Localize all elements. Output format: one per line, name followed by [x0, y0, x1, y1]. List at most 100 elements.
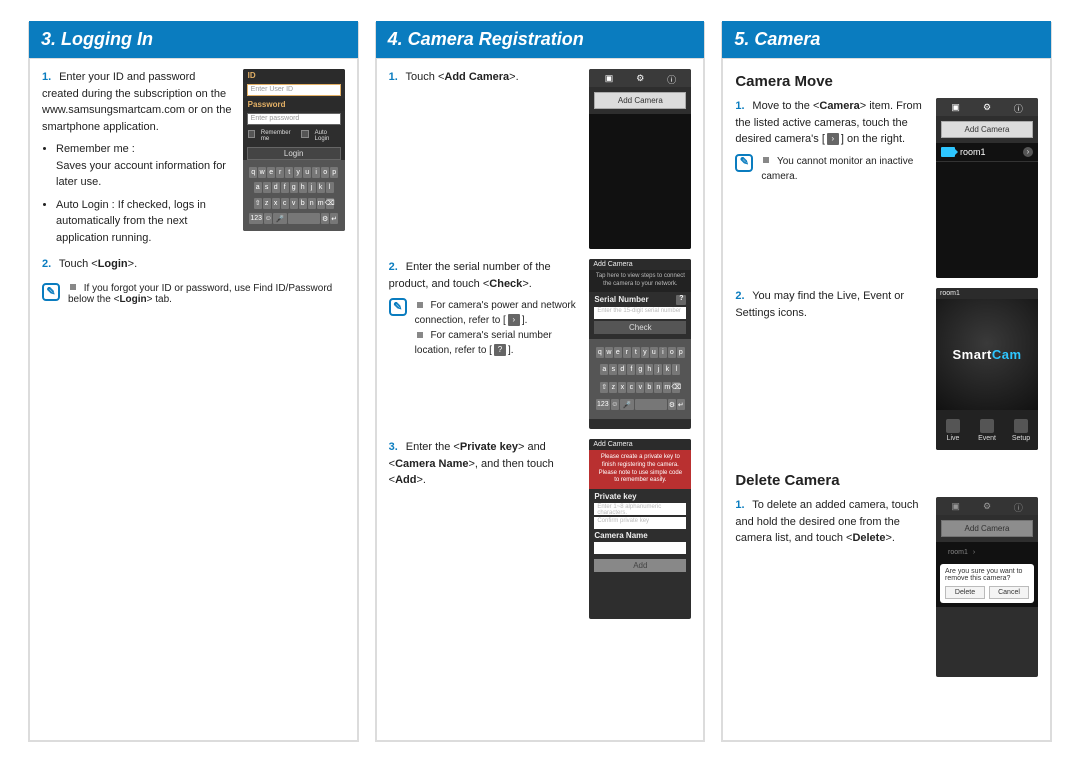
key-[interactable] — [288, 213, 320, 224]
checkbox-remember[interactable] — [248, 130, 255, 138]
key-e[interactable]: e — [614, 347, 622, 358]
live-tab[interactable]: Live — [936, 410, 970, 450]
key-f[interactable]: f — [627, 364, 635, 375]
key-r[interactable]: r — [623, 347, 631, 358]
key-⌫[interactable]: ⌫ — [672, 382, 680, 393]
key-u[interactable]: u — [650, 347, 658, 358]
key-🎤[interactable]: 🎤 — [620, 399, 634, 410]
key-w[interactable]: w — [605, 347, 613, 358]
key-r[interactable]: r — [276, 167, 284, 178]
info-icon[interactable]: ⓘ — [667, 73, 677, 83]
key-f[interactable]: f — [281, 182, 289, 193]
key-⚙[interactable]: ⚙ — [321, 213, 329, 224]
key-o[interactable]: o — [321, 167, 329, 178]
key-q[interactable]: q — [249, 167, 257, 178]
key-s[interactable]: s — [609, 364, 617, 375]
key-z[interactable]: z — [263, 198, 271, 209]
cn-input[interactable] — [594, 542, 686, 554]
key-x[interactable]: x — [618, 382, 626, 393]
key-h[interactable]: h — [299, 182, 307, 193]
serial-input[interactable]: Enter the 15-digit serial number — [594, 307, 686, 319]
key-g[interactable]: g — [636, 364, 644, 375]
key-u[interactable]: u — [303, 167, 311, 178]
key-↵[interactable]: ↵ — [677, 399, 685, 410]
key-w[interactable]: w — [258, 167, 266, 178]
ss-id-input[interactable]: Enter User ID — [247, 84, 341, 96]
key-v[interactable]: v — [290, 198, 298, 209]
delete-button[interactable]: Delete — [945, 586, 985, 599]
key-⇧[interactable]: ⇧ — [254, 198, 262, 209]
key-q[interactable]: q — [596, 347, 604, 358]
key-k[interactable]: k — [317, 182, 325, 193]
key-j[interactable]: j — [654, 364, 662, 375]
gear-icon[interactable]: ⚙ — [635, 73, 645, 83]
gear-icon[interactable]: ⚙ — [982, 102, 992, 112]
ss-pw-label: Password — [243, 98, 345, 111]
modal-text: Are you sure you want to remove this cam… — [945, 568, 1029, 582]
key-n[interactable]: n — [308, 198, 316, 209]
key-a[interactable]: a — [254, 182, 262, 193]
keyboard[interactable]: qwertyuiop asdfghjkl ⇧zxcvbnm⌫ 123☺🎤 ⚙↵ — [243, 160, 345, 231]
key-p[interactable]: p — [330, 167, 338, 178]
add-camera-button[interactable]: Add Camera — [941, 121, 1033, 138]
keyboard[interactable]: qwertyuiop asdfghjkl ⇧zxcvbnm⌫ 123☺🎤 ⚙↵ — [589, 339, 691, 419]
ss-pw-input[interactable]: Enter password — [247, 113, 341, 125]
key-p[interactable]: p — [677, 347, 685, 358]
key-h[interactable]: h — [645, 364, 653, 375]
key-i[interactable]: i — [312, 167, 320, 178]
add-camera-button[interactable]: Add Camera — [594, 92, 686, 109]
camera-row-room1[interactable]: room1 › — [936, 143, 1038, 162]
key-n[interactable]: n — [654, 382, 662, 393]
key-v[interactable]: v — [636, 382, 644, 393]
key-t[interactable]: t — [632, 347, 640, 358]
key-t[interactable]: t — [285, 167, 293, 178]
key-b[interactable]: b — [645, 382, 653, 393]
key-123[interactable]: 123 — [596, 399, 610, 410]
key-y[interactable]: y — [294, 167, 302, 178]
key-j[interactable]: j — [308, 182, 316, 193]
key-s[interactable]: s — [263, 182, 271, 193]
info-icon[interactable]: ⓘ — [1013, 102, 1023, 112]
login-button[interactable]: Login — [247, 147, 341, 160]
cancel-button[interactable]: Cancel — [989, 586, 1029, 599]
key-o[interactable]: o — [668, 347, 676, 358]
chevron-right-icon[interactable]: › — [1023, 147, 1033, 157]
key-🎤[interactable]: 🎤 — [273, 213, 287, 224]
key-d[interactable]: d — [618, 364, 626, 375]
key-⌫[interactable]: ⌫ — [326, 198, 334, 209]
key-[interactable] — [635, 399, 667, 410]
key-m[interactable]: m — [317, 198, 325, 209]
key-c[interactable]: c — [627, 382, 635, 393]
ss-topmsg[interactable]: Tap here to view steps to connect the ca… — [589, 270, 691, 292]
setup-tab[interactable]: Setup — [1004, 410, 1038, 450]
camera-tab-icon[interactable]: ▣ — [951, 102, 961, 112]
key-g[interactable]: g — [290, 182, 298, 193]
key-m[interactable]: m — [663, 382, 671, 393]
key-☺[interactable]: ☺ — [611, 399, 619, 410]
key-x[interactable]: x — [272, 198, 280, 209]
key-⇧[interactable]: ⇧ — [600, 382, 608, 393]
key-b[interactable]: b — [299, 198, 307, 209]
check-button[interactable]: Check — [594, 321, 686, 334]
key-z[interactable]: z — [609, 382, 617, 393]
question-icon[interactable]: ? — [676, 295, 686, 305]
checkbox-auto[interactable] — [301, 130, 308, 138]
event-tab[interactable]: Event — [970, 410, 1004, 450]
key-a[interactable]: a — [600, 364, 608, 375]
camera-tab-icon[interactable]: ▣ — [604, 73, 614, 83]
key-e[interactable]: e — [267, 167, 275, 178]
key-i[interactable]: i — [659, 347, 667, 358]
key-y[interactable]: y — [641, 347, 649, 358]
key-c[interactable]: c — [281, 198, 289, 209]
pk-input1[interactable]: Enter 1~8 alphanumeric characters. — [594, 503, 686, 515]
key-↵[interactable]: ↵ — [330, 213, 338, 224]
key-☺[interactable]: ☺ — [264, 213, 272, 224]
key-⚙[interactable]: ⚙ — [668, 399, 676, 410]
pk-input2[interactable]: Confirm private key — [594, 517, 686, 529]
add-button[interactable]: Add — [594, 559, 686, 572]
key-123[interactable]: 123 — [249, 213, 263, 224]
key-l[interactable]: l — [326, 182, 334, 193]
key-l[interactable]: l — [672, 364, 680, 375]
key-d[interactable]: d — [272, 182, 280, 193]
key-k[interactable]: k — [663, 364, 671, 375]
